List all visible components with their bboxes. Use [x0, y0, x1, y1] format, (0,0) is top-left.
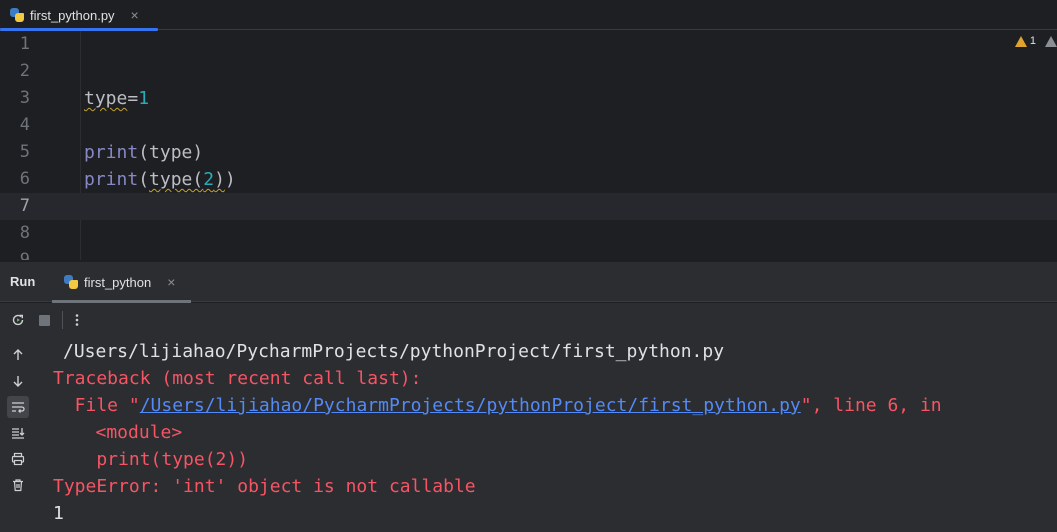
line-number: 7 — [19, 196, 30, 216]
error-message: TypeError: 'int' object is not callable — [53, 476, 476, 497]
arrow-down-icon[interactable] — [7, 370, 29, 392]
line-number: 5 — [19, 142, 30, 162]
soft-wrap-icon[interactable] — [7, 396, 29, 418]
run-console[interactable]: /Users/lijiahao/PycharmProjects/pythonPr… — [36, 336, 1057, 532]
traceback-code-line: print(type(2)) — [53, 449, 249, 470]
close-icon[interactable]: × — [167, 274, 175, 290]
code-line-6: print(type(2)) — [84, 169, 236, 190]
console-command-line: /Users/lijiahao/PycharmProjects/pythonPr… — [63, 341, 725, 362]
line-number: 4 — [19, 115, 30, 135]
stop-icon[interactable] — [34, 310, 54, 330]
editor-line[interactable]: 9 — [0, 247, 1057, 260]
scroll-to-end-icon[interactable] — [7, 422, 29, 444]
editor-line[interactable]: 2 — [0, 58, 1057, 85]
python-run-config-icon — [64, 275, 78, 289]
traceback-file-line: File "/Users/lijiahao/PycharmProjects/py… — [53, 395, 942, 416]
file-path-link[interactable]: /Users/lijiahao/PycharmProjects/pythonPr… — [140, 395, 801, 416]
run-tool-window-header: Run first_python × — [0, 262, 1057, 303]
traceback-module-line: <module> — [63, 422, 183, 443]
line-number: 9 — [19, 250, 30, 260]
not-callable-warning: type(2) — [149, 169, 225, 190]
toolbar-separator — [62, 311, 63, 329]
program-output: 1 — [53, 503, 64, 524]
code-line-5: print(type) — [84, 142, 204, 163]
rerun-icon[interactable] — [8, 310, 28, 330]
traceback-header: Traceback (most recent call last): — [53, 368, 422, 389]
trash-icon[interactable] — [7, 474, 29, 496]
editor-line[interactable]: 1 — [0, 31, 1057, 58]
print-icon[interactable] — [7, 448, 29, 470]
editor-tab-first-python[interactable]: first_python.py × — [0, 0, 158, 31]
editor-line[interactable]: 4 — [0, 112, 1057, 139]
code-line-3: type=1 — [84, 88, 150, 109]
run-toolbar — [0, 303, 1057, 336]
editor-line[interactable]: 8 — [0, 220, 1057, 247]
editor-line[interactable]: 6 print(type(2)) — [0, 166, 1057, 193]
python-file-icon — [10, 8, 24, 22]
shadowed-builtin-warning: type — [84, 88, 128, 109]
run-tab-first-python[interactable]: first_python × — [52, 262, 191, 303]
editor-line[interactable]: 3 type=1 — [0, 85, 1057, 112]
code-editor[interactable]: 1 1 2 3 type=1 4 5 print(type) 6 print(t… — [0, 31, 1057, 260]
line-number: 8 — [19, 223, 30, 243]
line-number: 3 — [19, 88, 30, 108]
line-number: 6 — [19, 169, 30, 189]
more-options-icon[interactable] — [67, 310, 87, 330]
line-number: 1 — [19, 34, 30, 54]
run-panel-title: Run — [10, 274, 36, 289]
console-action-strip — [0, 336, 36, 532]
editor-tab-label: first_python.py — [30, 7, 115, 23]
editor-line-current[interactable]: 7 — [0, 193, 1057, 220]
arrow-up-icon[interactable] — [7, 344, 29, 366]
close-icon[interactable]: × — [131, 7, 139, 23]
editor-line[interactable]: 5 print(type) — [0, 139, 1057, 166]
line-number: 2 — [19, 61, 30, 81]
run-tab-label: first_python — [84, 274, 152, 290]
editor-tab-bar: first_python.py × — [0, 0, 1057, 31]
